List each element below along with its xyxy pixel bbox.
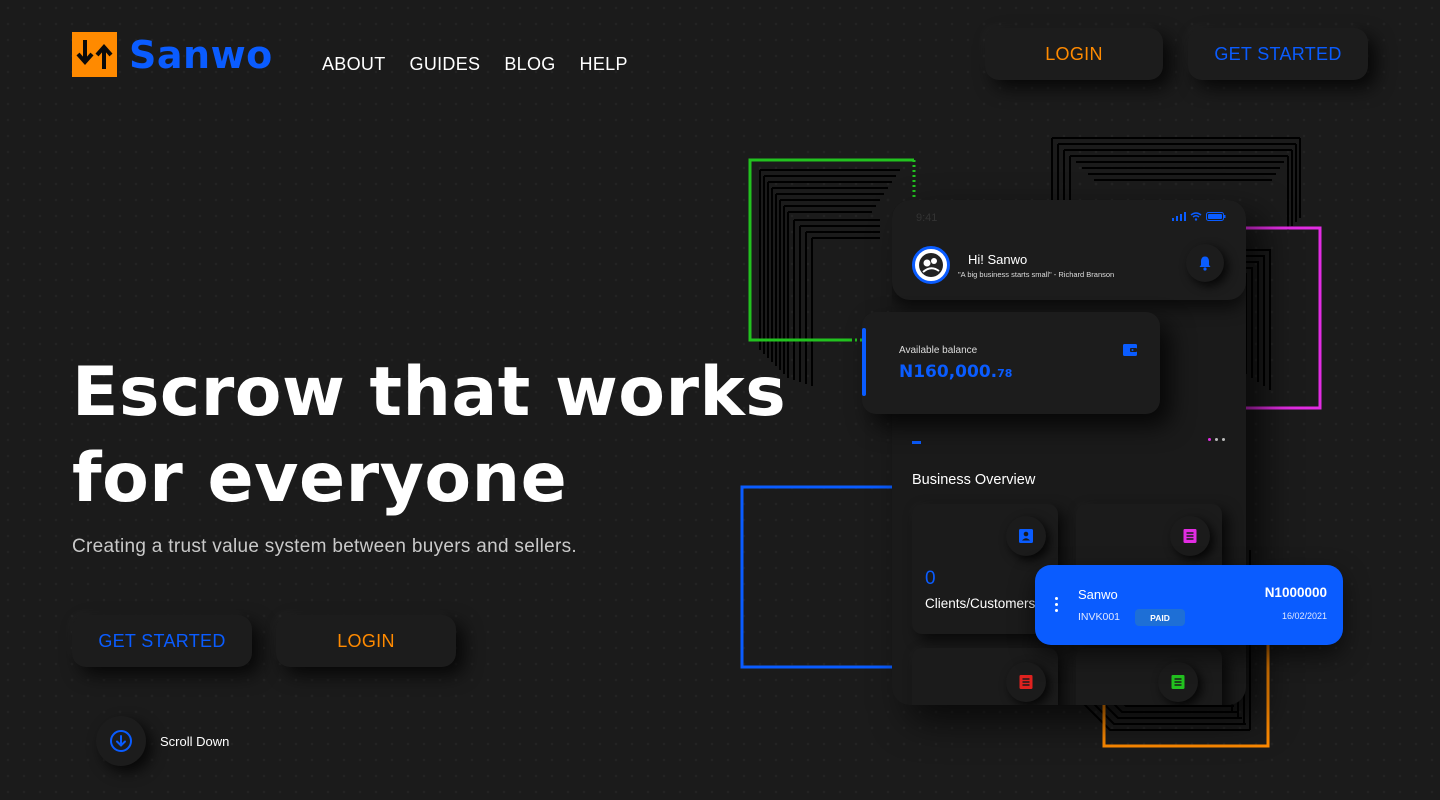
balance-card[interactable]: Available balance N160,000.78 [862, 312, 1160, 414]
arrow-down-circle-icon[interactable] [96, 716, 146, 766]
hero-title: Escrow that works for everyone [72, 353, 787, 518]
balance-cents: 78 [997, 367, 1013, 380]
balance-label: Available balance [899, 345, 978, 356]
scroll-down-control[interactable]: Scroll Down [96, 716, 229, 766]
contact-card-icon [1006, 516, 1046, 556]
header-login-button[interactable]: LOGIN [985, 28, 1163, 80]
clients-count: 0 [925, 568, 936, 589]
nav-item-about[interactable]: ABOUT [322, 54, 386, 75]
hero-subtitle: Creating a trust value system between bu… [72, 536, 578, 557]
page-indicator [912, 441, 921, 444]
balance-main: N160,000. [899, 362, 998, 382]
swap-arrows-icon [72, 32, 117, 77]
quote-text: "A big business starts small" - Richard … [958, 270, 1115, 279]
receipt-icon [1006, 662, 1046, 702]
brand-logo[interactable]: Sanwo [72, 32, 273, 77]
status-bar-icons [1172, 212, 1226, 221]
invoice-name: Sanwo [1078, 587, 1118, 602]
balance-value: N160,000.78 [899, 362, 1012, 382]
signal-icon [1172, 212, 1186, 221]
header-get-started-button[interactable]: GET STARTED [1188, 28, 1368, 80]
invoice-amount: N1000000 [1264, 585, 1327, 600]
bell-icon[interactable] [1186, 244, 1224, 282]
invoice-date: 16/02/2021 [1281, 611, 1327, 621]
receipt-icon [1158, 662, 1198, 702]
wifi-icon [1190, 212, 1202, 221]
invoice-card[interactable]: Sanwo INVK001 PAID N1000000 16/02/2021 [1035, 565, 1343, 645]
scroll-down-label: Scroll Down [160, 733, 230, 749]
brand-name: Sanwo [129, 32, 273, 77]
balance-accent [862, 328, 866, 396]
wallet-icon[interactable] [1122, 342, 1138, 362]
battery-icon [1206, 212, 1226, 221]
clients-label: Clients/Customers [925, 596, 1036, 611]
status-badge: PAID [1135, 609, 1185, 626]
main-nav: ABOUT GUIDES BLOG HELP [322, 54, 628, 75]
invoice-code: INVK001 [1078, 611, 1121, 623]
overview-tile-4[interactable] [1076, 648, 1222, 705]
greeting-text: Hi! Sanwo [968, 252, 1028, 267]
nav-item-blog[interactable]: BLOG [504, 54, 555, 75]
hero-login-button[interactable]: LOGIN [276, 615, 456, 667]
receipt-icon [1170, 516, 1210, 556]
nav-item-guides[interactable]: GUIDES [410, 54, 481, 75]
nav-item-help[interactable]: HELP [580, 54, 628, 75]
overview-tile-3[interactable] [912, 648, 1058, 705]
more-dots-icon[interactable] [1208, 438, 1225, 441]
status-time: 9:41 [916, 212, 938, 224]
hero-get-started-button[interactable]: GET STARTED [72, 615, 252, 667]
more-vertical-icon[interactable] [1055, 597, 1058, 612]
avatar[interactable] [912, 246, 950, 284]
business-overview-title: Business Overview [912, 472, 1036, 488]
